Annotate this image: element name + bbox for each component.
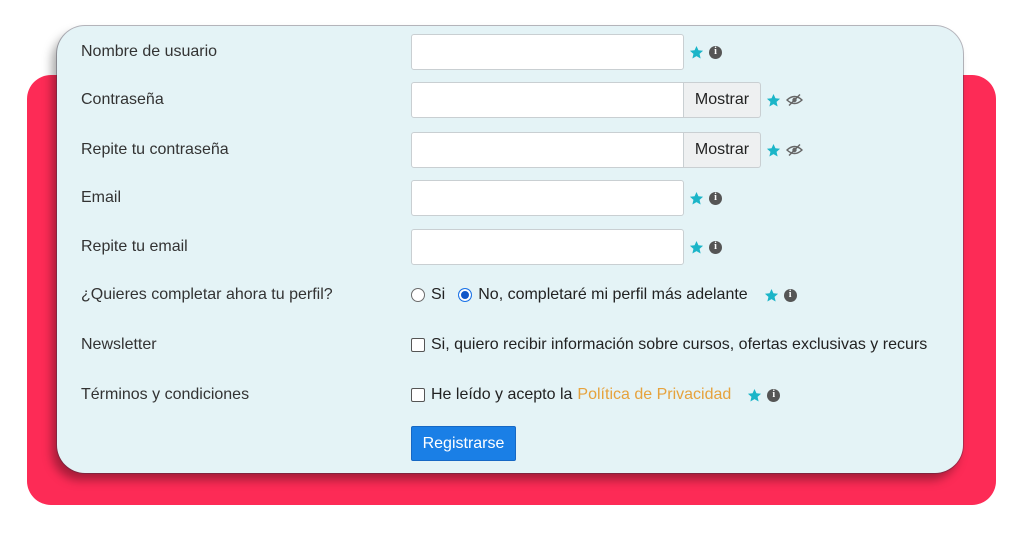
email-controls: i	[411, 180, 722, 216]
password-row: Contraseña Mostrar	[57, 82, 963, 118]
newsletter-checkbox[interactable]	[411, 338, 425, 352]
password-input[interactable]	[411, 82, 684, 118]
username-label: Nombre de usuario	[81, 43, 218, 60]
newsletter-label: Newsletter	[81, 336, 157, 353]
required-star-icon	[764, 288, 779, 303]
username-row: Nombre de usuario i	[57, 34, 963, 70]
privacy-policy-link[interactable]: Política de Privacidad	[577, 386, 731, 404]
info-icon[interactable]: i	[709, 45, 722, 59]
terms-controls: He leído y acepto la Política de Privaci…	[411, 377, 781, 413]
radio-label: No, completaré mi perfil más adelante	[478, 286, 748, 303]
show-password-button[interactable]: Mostrar	[684, 82, 761, 118]
terms-row: Términos y condiciones He leído y acepto…	[57, 377, 963, 413]
info-icon[interactable]: i	[709, 240, 722, 254]
email-input[interactable]	[411, 180, 684, 216]
newsletter-controls: Si, quiero recibir información sobre cur…	[411, 327, 927, 363]
email-repeat-input[interactable]	[411, 229, 684, 265]
submit-row: Registrarse	[57, 426, 963, 461]
radio-label: Si	[431, 286, 446, 303]
complete-profile-row: ¿Quieres completar ahora tu perfil? Si N…	[57, 277, 963, 313]
show-password-repeat-button[interactable]: Mostrar	[684, 132, 761, 168]
email-repeat-controls: i	[411, 229, 722, 265]
required-star-icon	[689, 240, 704, 255]
registration-form: Nombre de usuario i Contraseña Mostrar R…	[57, 26, 963, 473]
radio-button[interactable]	[411, 288, 425, 302]
required-star-icon	[689, 191, 704, 206]
info-icon[interactable]: i	[767, 388, 781, 402]
password-controls: Mostrar	[411, 82, 803, 118]
required-star-icon	[766, 93, 781, 108]
newsletter-row: Newsletter Si, quiero recibir informació…	[57, 327, 963, 363]
password-repeat-label: Repite tu contraseña	[81, 141, 229, 158]
complete-profile-controls: Si No, completaré mi perfil más adelante…	[411, 277, 797, 313]
terms-checkbox-label: He leído y acepto la	[431, 386, 573, 403]
page: Nombre de usuario i Contraseña Mostrar R…	[0, 0, 1024, 536]
terms-label: Términos y condiciones	[81, 386, 250, 403]
required-star-icon	[766, 143, 781, 158]
submit-controls: Registrarse	[411, 426, 516, 461]
password-label: Contraseña	[81, 91, 164, 108]
radio-option-no[interactable]: No, completaré mi perfil más adelante	[458, 286, 748, 304]
radio-option-si[interactable]: Si	[411, 286, 445, 304]
email-row: Email i	[57, 180, 963, 216]
info-icon[interactable]: i	[783, 288, 797, 302]
email-repeat-label: Repite tu email	[81, 238, 188, 255]
required-star-icon	[689, 45, 704, 60]
username-input[interactable]	[411, 34, 684, 70]
terms-checkbox[interactable]	[411, 388, 425, 402]
register-button[interactable]: Registrarse	[411, 426, 516, 461]
email-repeat-row: Repite tu email i	[57, 229, 963, 265]
username-controls: i	[411, 34, 722, 70]
required-star-icon	[747, 388, 762, 403]
email-label: Email	[81, 189, 122, 206]
password-repeat-input[interactable]	[411, 132, 684, 168]
complete-profile-label: ¿Quieres completar ahora tu perfil?	[81, 286, 333, 303]
newsletter-checkbox-label: Si, quiero recibir información sobre cur…	[431, 336, 928, 353]
eye-slash-icon	[786, 144, 803, 156]
radio-button[interactable]	[458, 288, 473, 302]
password-repeat-row: Repite tu contraseña Mostrar	[57, 132, 963, 168]
eye-slash-icon	[786, 94, 803, 106]
info-icon[interactable]: i	[709, 191, 722, 205]
password-repeat-controls: Mostrar	[411, 132, 803, 168]
